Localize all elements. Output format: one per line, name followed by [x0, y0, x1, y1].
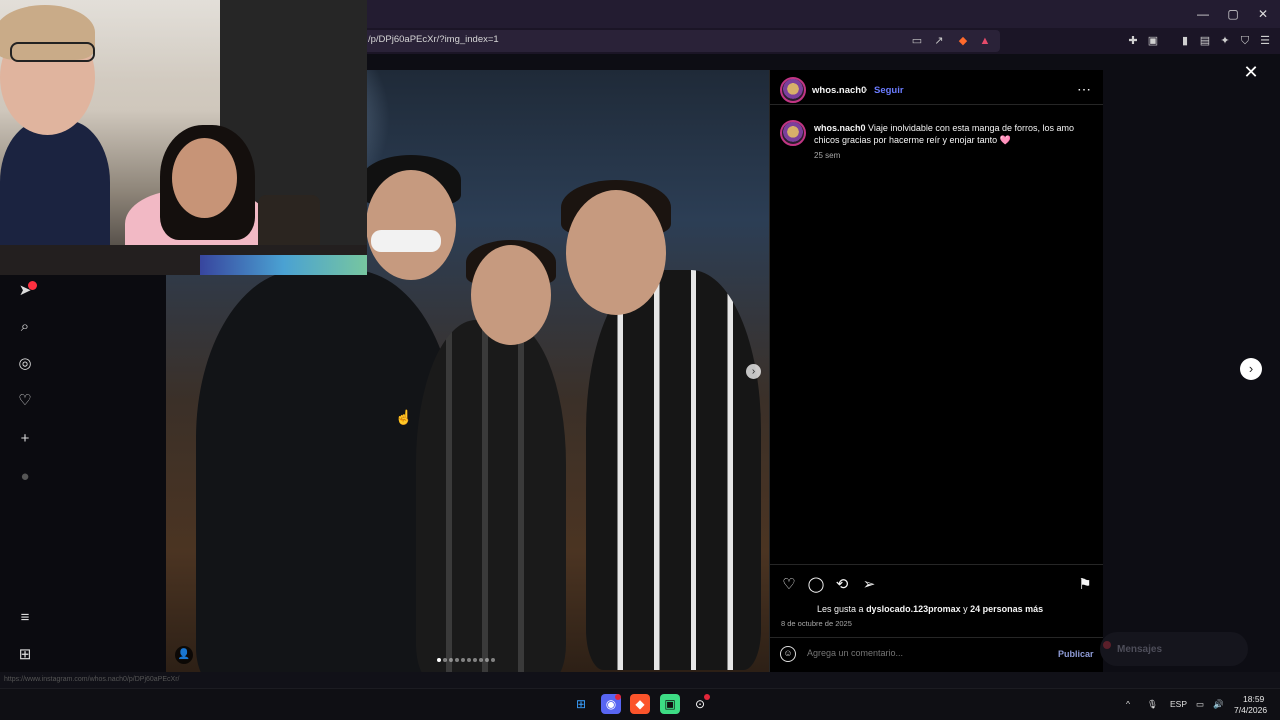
volume-icon[interactable]: 🔊 [1213, 699, 1224, 710]
photo-person-right [586, 270, 761, 670]
photo-face-right [566, 190, 666, 315]
webcam-keyboard [200, 255, 367, 275]
likes-user[interactable]: dyslocado.123promax [866, 604, 961, 614]
carousel-dots [437, 658, 495, 662]
caption-avatar[interactable] [780, 120, 806, 146]
webcam-overlay [0, 0, 367, 275]
author-avatar[interactable] [780, 77, 806, 103]
status-url: https://www.instagram.com/whos.nach0/p/D… [4, 676, 180, 683]
leo-ai-icon[interactable]: ✦ [1218, 34, 1232, 48]
network-icon[interactable]: ▭ [1196, 699, 1204, 710]
more-options-icon[interactable]: ⋯ [1076, 81, 1092, 97]
compass-icon[interactable]: ◎ [16, 355, 34, 373]
discord-badge [615, 694, 621, 700]
extensions-icon[interactable]: ✚ [1126, 34, 1140, 48]
language-indicator[interactable]: ESP [1170, 699, 1187, 709]
likes-prefix: Les gusta a [817, 604, 864, 614]
share-icon[interactable]: ↗ [932, 34, 946, 48]
clock-date[interactable]: 7/4/2026 [1234, 705, 1267, 715]
caption: whos.nach0 Viaje inolvidable con esta ma… [814, 122, 1096, 146]
caption-time[interactable]: 25 sem [814, 151, 840, 160]
actions-divider [770, 564, 1103, 565]
repost-icon[interactable]: ⟲ [833, 576, 851, 594]
publish-button[interactable]: Publicar [1058, 649, 1094, 659]
minimize-button[interactable]: — [1188, 4, 1218, 24]
browser-menu-icon[interactable]: ☰ [1258, 34, 1272, 48]
likes-summary[interactable]: Les gusta a dyslocado.123promax y 24 per… [817, 604, 1043, 614]
carousel-dot [491, 658, 495, 662]
webcam-person-right-face [172, 138, 237, 218]
heart-icon[interactable]: ♡ [16, 392, 34, 410]
comment-divider [770, 637, 1103, 638]
carousel-dot [485, 658, 489, 662]
windows-start-icon[interactable]: ⊞ [571, 694, 591, 714]
tray-chevron-icon[interactable]: ^ [1126, 699, 1130, 709]
photo-sunglasses [371, 230, 441, 252]
grid-icon[interactable]: ⊞ [16, 646, 34, 664]
mouse-cursor-icon: ☝ [395, 409, 413, 425]
author-username[interactable]: whos.nach0 [812, 85, 866, 96]
save-icon[interactable]: ⚑ [1076, 576, 1094, 594]
send-icon[interactable]: ➢ [860, 576, 878, 594]
photo-person-middle [416, 320, 566, 672]
carousel-dot [473, 658, 477, 662]
wallet-icon[interactable]: ▤ [1198, 34, 1212, 48]
carousel-dot [437, 658, 441, 662]
messages-label[interactable]: Mensajes [1117, 644, 1162, 655]
carousel-dot [443, 658, 447, 662]
tab-icon[interactable]: ▣ [1146, 34, 1160, 48]
address-bar[interactable]: /p/DPj60aPEcXr/?img_index=1 ▭ ↗ ◆ ▲ [360, 30, 1000, 52]
search-icon[interactable]: ⌕ [16, 318, 34, 336]
brave-shields-icon[interactable]: ◆ [956, 34, 970, 48]
brave-rewards-icon[interactable]: ▲ [978, 34, 992, 48]
status-strip [0, 672, 1280, 688]
carousel-dot [461, 658, 465, 662]
vpn-icon[interactable]: ⛉ [1238, 34, 1252, 48]
comment-icon[interactable]: ◯ [807, 576, 825, 594]
carousel-dot [479, 658, 483, 662]
cast-icon[interactable]: ▭ [910, 34, 924, 48]
tagged-users-icon[interactable]: 👤 [175, 646, 193, 664]
likes-suffix: y [963, 604, 968, 614]
notification-badge [28, 281, 37, 290]
android-icon[interactable]: ▣ [660, 694, 680, 714]
close-window-button[interactable]: ✕ [1248, 4, 1278, 24]
carousel-dot [455, 658, 459, 662]
next-post-button[interactable]: › [1240, 358, 1262, 380]
comment-input[interactable] [807, 648, 1037, 658]
carousel-next-button[interactable]: › [746, 364, 761, 379]
microphone-icon[interactable]: 🎙 [1147, 699, 1158, 710]
post-date: 8 de octubre de 2025 [781, 619, 852, 628]
caption-username[interactable]: whos.nach0 [814, 123, 866, 133]
app-badge [704, 694, 710, 700]
close-modal-icon[interactable]: ✕ [1241, 62, 1261, 82]
url-text[interactable]: /p/DPj60aPEcXr/?img_index=1 [368, 34, 499, 45]
plus-icon[interactable]: + [16, 430, 34, 448]
avatar-icon[interactable]: ● [16, 468, 34, 486]
separator-dot: • [864, 85, 868, 96]
emoji-icon[interactable]: ☺ [780, 646, 796, 662]
follow-button[interactable]: Seguir [874, 85, 904, 96]
sidebar-toggle-icon[interactable]: ▮ [1178, 34, 1192, 48]
clock-time[interactable]: 18:59 [1243, 694, 1264, 704]
header-divider [770, 104, 1103, 105]
photo-face-middle [471, 245, 551, 345]
carousel-dot [467, 658, 471, 662]
hamburger-icon[interactable]: ≡ [16, 609, 34, 627]
like-icon[interactable]: ♡ [780, 576, 798, 594]
maximize-button[interactable]: ▢ [1218, 4, 1248, 24]
webcam-glasses [10, 42, 95, 62]
messages-badge [1103, 641, 1111, 649]
photo-face-left [366, 170, 456, 280]
carousel-dot [449, 658, 453, 662]
brave-icon[interactable]: ◆ [630, 694, 650, 714]
likes-others[interactable]: 24 personas más [970, 604, 1043, 614]
screen: — ▢ ✕ /p/DPj60aPEcXr/?img_index=1 ▭ ↗ ◆ … [0, 0, 1280, 720]
